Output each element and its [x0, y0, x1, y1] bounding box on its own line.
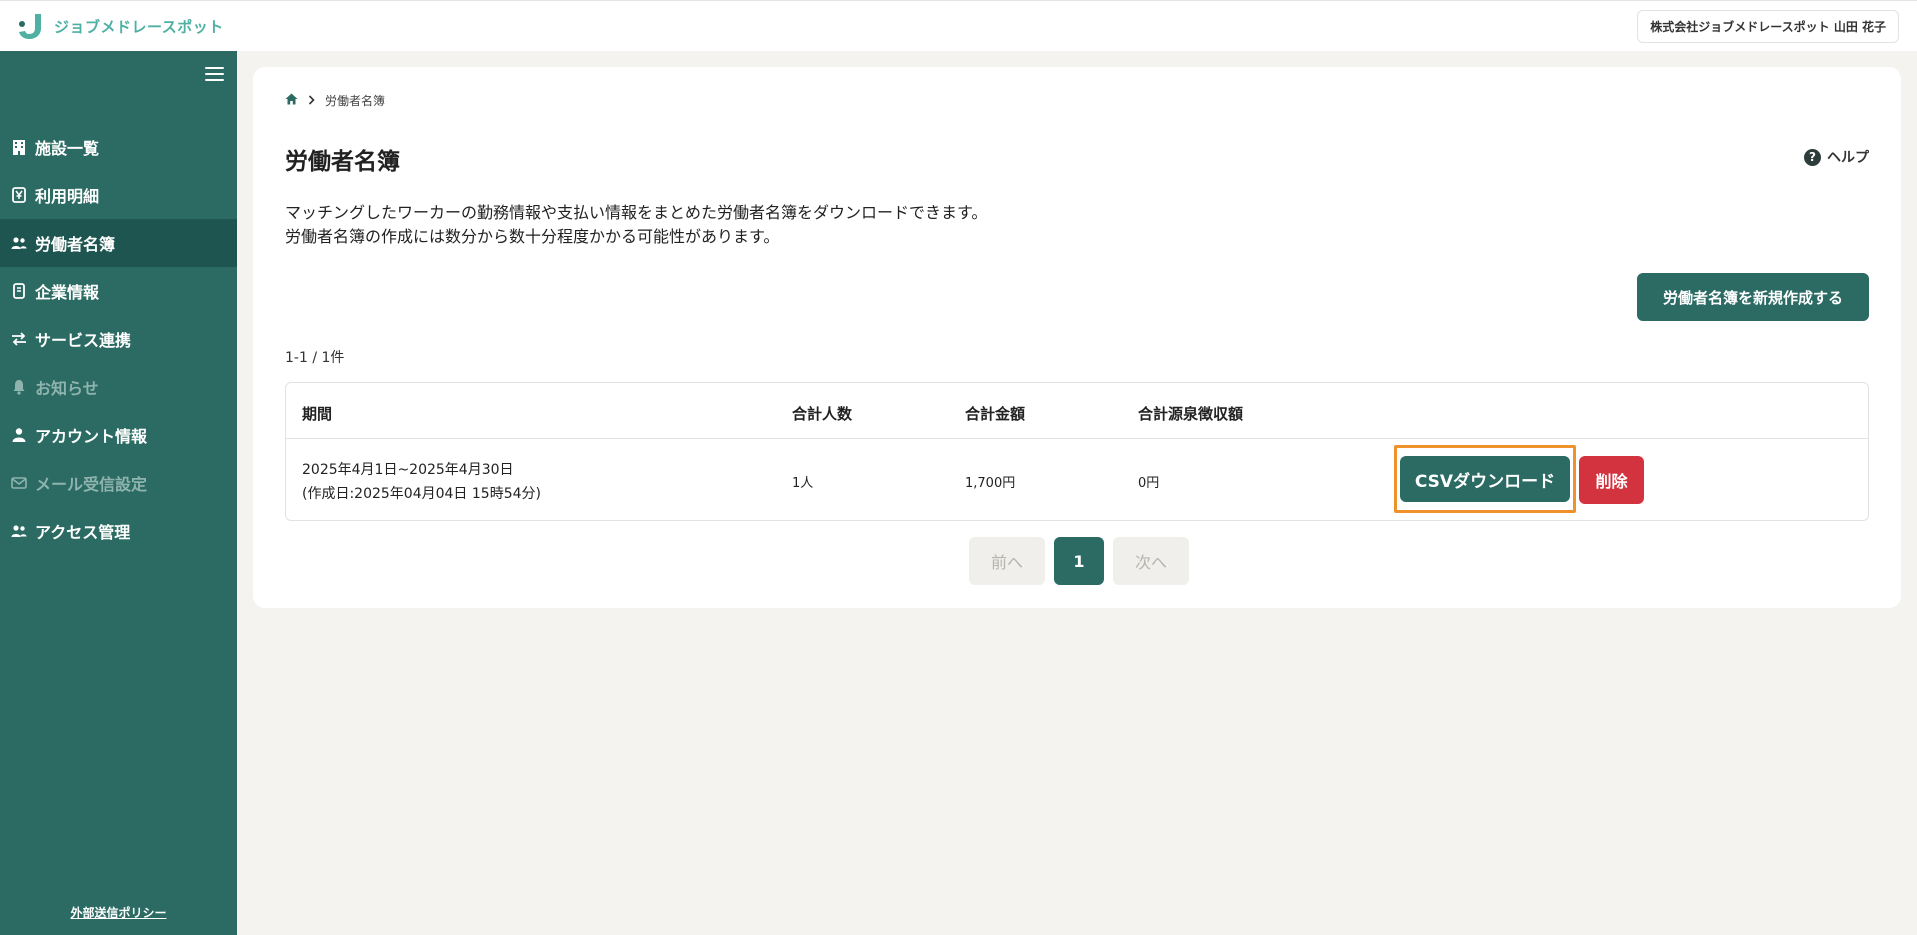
row-total-amount: 1,700円	[965, 476, 1016, 491]
result-count: 1-1 / 1件	[285, 350, 345, 366]
users-icon	[11, 235, 27, 251]
row-total-people: 1人	[792, 476, 814, 491]
page-1-button[interactable]: 1	[1054, 537, 1104, 585]
bell-icon	[11, 379, 27, 395]
page-title: 労働者名簿	[285, 149, 400, 175]
sidebar-item-label: 施設一覧	[35, 139, 100, 158]
help-label: ヘルプ	[1827, 150, 1869, 166]
sidebar: 施設一覧 利用明細 労働者名簿 企業情報 サービス連携 お知らせ アカウント情報	[0, 51, 237, 935]
hamburger-menu-icon[interactable]	[205, 67, 224, 81]
sidebar-item-worker-roster[interactable]: 労働者名簿	[0, 219, 237, 267]
row-total-withholding: 0円	[1138, 476, 1160, 491]
sidebar-item-label: メール受信設定	[35, 475, 148, 494]
csv-download-highlight: CSVダウンロード	[1394, 445, 1576, 513]
sidebar-item-label: 利用明細	[35, 187, 100, 206]
logo-mark-icon	[16, 12, 46, 40]
prev-page-button[interactable]: 前へ	[969, 537, 1045, 585]
csv-download-button[interactable]: CSVダウンロード	[1400, 456, 1570, 502]
document-icon	[11, 283, 27, 299]
logo[interactable]: ジョブメドレースポット	[16, 12, 224, 40]
delete-button[interactable]: 削除	[1579, 456, 1644, 504]
top-header: ジョブメドレースポット 株式会社ジョブメドレースポット 山田 花子	[0, 0, 1917, 51]
page-description: マッチングしたワーカーの勤務情報や支払い情報をまとめた労働者名簿をダウンロードで…	[285, 201, 987, 249]
row-created-date: (作成日:2025年04月04日 15時54分)	[302, 486, 541, 502]
description-line: マッチングしたワーカーの勤務情報や支払い情報をまとめた労働者名簿をダウンロードで…	[285, 203, 988, 222]
sidebar-item-account-info[interactable]: アカウント情報	[0, 411, 237, 459]
breadcrumb-current: 労働者名簿	[325, 94, 386, 108]
main-card: 労働者名簿 労働者名簿 ? ヘルプ マッチングしたワーカーの勤務情報や支払い情報…	[253, 67, 1901, 608]
sidebar-item-service-integration[interactable]: サービス連携	[0, 315, 237, 363]
logo-text: ジョブメドレースポット	[54, 17, 224, 36]
sidebar-nav: 施設一覧 利用明細 労働者名簿 企業情報 サービス連携 お知らせ アカウント情報	[0, 123, 237, 555]
sidebar-item-label: お知らせ	[35, 379, 99, 398]
column-header-period: 期間	[302, 405, 333, 423]
column-header-total-withholding: 合計源泉徴収額	[1138, 405, 1244, 423]
sidebar-item-mail-settings[interactable]: メール受信設定	[0, 459, 237, 507]
external-transmission-policy-link[interactable]: 外部送信ポリシー	[0, 904, 237, 921]
column-header-total-people: 合計人数	[792, 405, 853, 423]
description-line: 労働者名簿の作成には数分から数十分程度かかる可能性があります。	[285, 227, 780, 246]
next-page-button[interactable]: 次へ	[1113, 537, 1189, 585]
table-row: 2025年4月1日~2025年4月30日 (作成日:2025年04月04日 15…	[286, 439, 1868, 521]
building-icon	[11, 139, 27, 155]
table-header: 期間 合計人数 合計金額 合計源泉徴収額	[286, 383, 1868, 439]
mail-icon	[11, 475, 27, 491]
sidebar-item-label: アクセス管理	[35, 523, 131, 542]
home-icon[interactable]	[285, 93, 298, 108]
row-period: 2025年4月1日~2025年4月30日	[302, 462, 514, 478]
chevron-right-icon	[308, 94, 315, 108]
user-account-label[interactable]: 株式会社ジョブメドレースポット 山田 花子	[1637, 9, 1899, 43]
person-icon	[11, 427, 27, 443]
column-header-total-amount: 合計金額	[965, 405, 1026, 423]
yen-icon	[11, 187, 27, 203]
users-icon	[11, 523, 27, 539]
sidebar-item-notifications[interactable]: お知らせ	[0, 363, 237, 411]
worker-roster-table: 期間 合計人数 合計金額 合計源泉徴収額 2025年4月1日~2025年4月30…	[285, 382, 1869, 521]
sidebar-item-access-management[interactable]: アクセス管理	[0, 507, 237, 555]
sidebar-item-company-info[interactable]: 企業情報	[0, 267, 237, 315]
sidebar-item-label: 労働者名簿	[35, 235, 116, 254]
sidebar-item-label: サービス連携	[35, 331, 132, 350]
sidebar-item-facilities[interactable]: 施設一覧	[0, 123, 237, 171]
help-link[interactable]: ? ヘルプ	[1804, 147, 1869, 167]
create-worker-roster-button[interactable]: 労働者名簿を新規作成する	[1637, 273, 1869, 321]
sidebar-item-label: アカウント情報	[35, 427, 148, 446]
sidebar-item-label: 企業情報	[35, 283, 100, 302]
breadcrumb: 労働者名簿	[285, 92, 385, 109]
row-period-cell: 2025年4月1日~2025年4月30日 (作成日:2025年04月04日 15…	[302, 458, 541, 506]
pagination: 前へ 1 次へ	[969, 537, 1189, 585]
swap-icon	[11, 331, 27, 347]
sidebar-item-billing[interactable]: 利用明細	[0, 171, 237, 219]
question-circle-icon: ?	[1804, 148, 1821, 166]
